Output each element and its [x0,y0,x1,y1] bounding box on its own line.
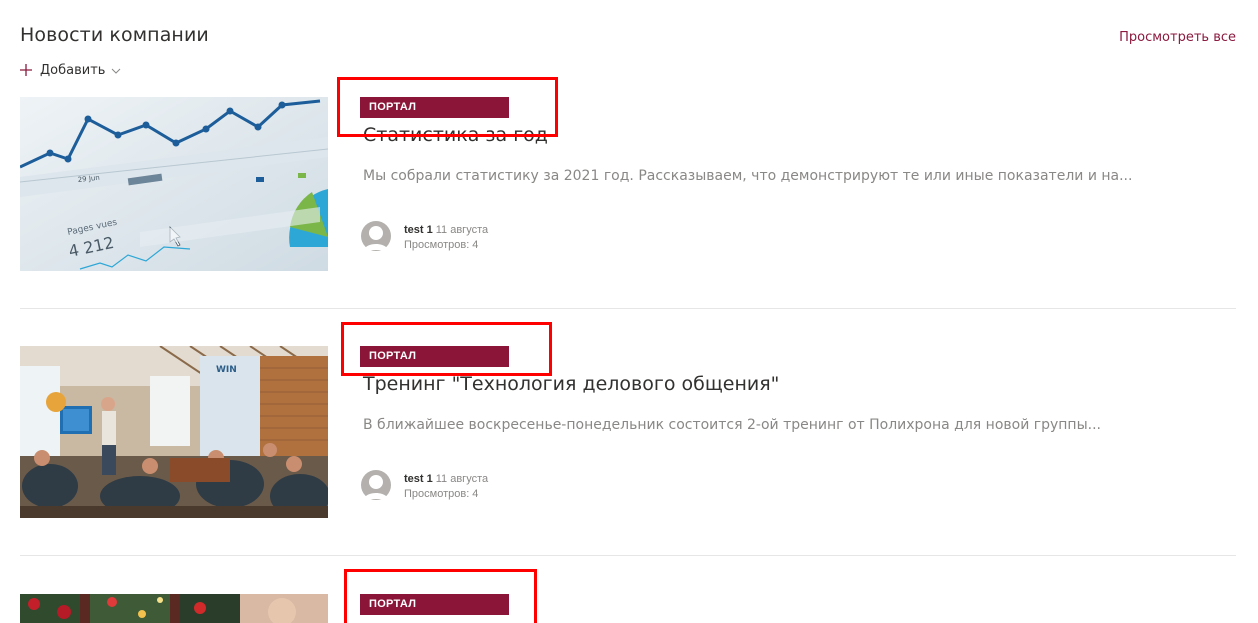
view-all-link[interactable]: Просмотреть все [1119,30,1236,45]
category-badge[interactable]: ПОРТАЛ [360,97,509,118]
views-count: Просмотров: 4 [404,488,479,500]
category-badge[interactable]: ПОРТАЛ [360,594,509,615]
news-title[interactable]: Тренинг "Технология делового общения" [363,373,779,395]
news-title[interactable]: Статистика за год [363,124,548,146]
author-name[interactable]: test 1 [404,473,433,485]
news-thumbnail[interactable]: 29 Jun Pages vues 4 212 [20,97,328,271]
wall-sign-text: WIN [216,365,237,375]
author-row: test 1 11 августа Просмотров: 4 [360,220,488,253]
views-count: Просмотров: 4 [404,239,479,251]
post-date: 11 августа [435,224,489,236]
news-item[interactable]: ПОРТАЛ [20,594,1236,623]
add-button[interactable]: Добавить [18,62,121,78]
news-excerpt: В ближайшее воскресенье-понедельник сост… [363,417,1101,433]
news-item[interactable]: 29 Jun Pages vues 4 212 ПОРТАЛ Статистик… [20,97,1236,309]
add-label: Добавить [40,62,106,78]
news-excerpt: Мы собрали статистику за 2021 год. Расск… [363,168,1133,184]
post-date: 11 августа [435,473,489,485]
news-thumbnail[interactable] [20,594,328,623]
author-meta: test 1 11 августа Просмотров: 4 [404,469,488,502]
section-title: Новости компании [20,24,209,46]
news-thumbnail[interactable]: WIN [20,346,328,518]
user-avatar-icon[interactable] [360,220,392,252]
plus-icon [18,62,34,78]
chevron-down-icon[interactable] [111,65,121,75]
user-avatar-icon[interactable] [360,469,392,501]
author-row: test 1 11 августа Просмотров: 4 [360,469,488,502]
author-name[interactable]: test 1 [404,224,433,236]
category-badge[interactable]: ПОРТАЛ [360,346,509,367]
author-meta: test 1 11 августа Просмотров: 4 [404,220,488,253]
news-item[interactable]: WIN ПОРТАЛ Тренинг "Технология делового … [20,346,1236,556]
